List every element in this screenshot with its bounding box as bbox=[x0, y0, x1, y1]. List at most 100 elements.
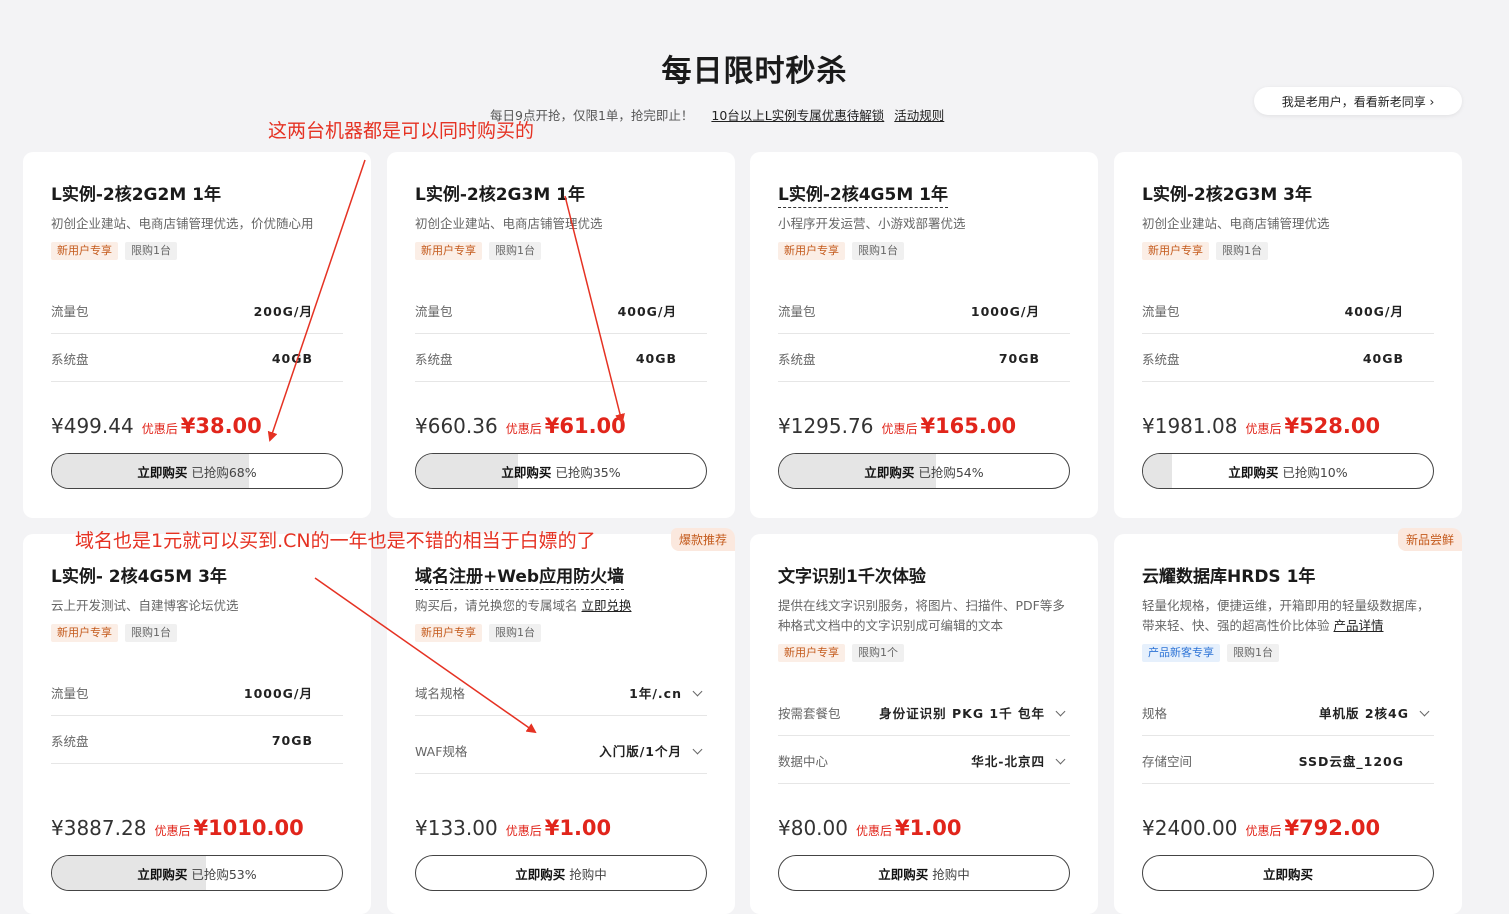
tag-limit: 限购1台 bbox=[489, 624, 541, 642]
annotation-top: 这两台机器都是可以同时购买的 bbox=[268, 120, 535, 142]
tag-new-customer: 产品新客专享 bbox=[1142, 644, 1220, 662]
spec-value: 200G/月 bbox=[253, 303, 313, 319]
card-desc: 轻量化规格，便捷运维，开箱即用的轻量级数据库，带来轻、快、强的超高性价比体验 产… bbox=[1142, 596, 1438, 636]
tag-list: 新用户专享 限购1台 bbox=[415, 242, 541, 260]
original-price: ¥499.44 bbox=[51, 414, 134, 438]
product-card: 新品尝鲜 云耀数据库HRDS 1年 轻量化规格，便捷运维，开箱即用的轻量级数据库… bbox=[1114, 528, 1462, 914]
tag-new-user: 新用户专享 bbox=[415, 242, 482, 260]
card-desc-text: 购买后，请兑换您的专属域名 bbox=[415, 598, 578, 613]
chevron-down-icon bbox=[692, 744, 703, 754]
buy-label: 立即购买 bbox=[137, 866, 188, 882]
buy-button[interactable]: 立即购买 抢购中 bbox=[415, 855, 707, 891]
after-discount-label: 优惠后 bbox=[855, 824, 892, 838]
price-row: ¥2400.00 优惠后 ¥792.00 bbox=[1142, 816, 1380, 840]
buy-button[interactable]: 立即购买 抢购中 bbox=[778, 855, 1070, 891]
redeem-link[interactable]: 立即兑换 bbox=[582, 598, 632, 613]
price-row: ¥3887.28 优惠后 ¥1010.00 bbox=[51, 816, 304, 840]
spec-value: 华北-北京四 bbox=[971, 751, 1070, 770]
spec-label: 系统盘 bbox=[51, 733, 89, 749]
spec-row: 流量包 200G/月 bbox=[51, 287, 343, 334]
card-title: 云耀数据库HRDS 1年 bbox=[1142, 567, 1316, 587]
sale-price: ¥528.00 bbox=[1284, 414, 1381, 438]
buy-label: 立即购买 bbox=[878, 866, 929, 882]
spec-label: 流量包 bbox=[51, 303, 89, 319]
product-card: L实例-2核4G5M 1年 小程序开发运营、小游戏部署优选 新用户专享 限购1台… bbox=[750, 152, 1098, 518]
after-discount-label: 优惠后 bbox=[141, 422, 178, 436]
page-subtitle: 每日9点开抢，仅限1单，抢完即止！ 10台以上L实例专属优惠待解锁 活动规则 bbox=[490, 105, 944, 124]
card-title[interactable]: 域名注册+Web应用防火墙 bbox=[415, 562, 625, 590]
spec-row: 流量包 1000G/月 bbox=[778, 287, 1070, 334]
buy-button[interactable]: 立即购买 bbox=[1142, 855, 1434, 891]
tag-limit: 限购1台 bbox=[1216, 242, 1268, 260]
unlock-link[interactable]: 10台以上L实例专属优惠待解锁 bbox=[711, 108, 884, 123]
tag-limit: 限购1个 bbox=[852, 644, 904, 662]
spec-row: 系统盘 40GB bbox=[51, 335, 343, 382]
after-discount-label: 优惠后 bbox=[1245, 824, 1282, 838]
tag-limit: 限购1台 bbox=[489, 242, 541, 260]
buy-button[interactable]: 立即购买 已抢购35% bbox=[415, 453, 707, 489]
tag-list: 新用户专享 限购1台 bbox=[51, 624, 177, 642]
annotation-middle: 域名也是1元就可以买到.CN的一年也是不错的相当于白嫖的了 bbox=[75, 530, 596, 552]
spec-value: 40GB bbox=[271, 350, 313, 366]
original-price: ¥1295.76 bbox=[778, 414, 874, 438]
tag-new-user: 新用户专享 bbox=[778, 644, 845, 662]
price-row: ¥660.36 优惠后 ¥61.00 bbox=[415, 414, 626, 438]
spec-label: 规格 bbox=[1142, 705, 1168, 721]
rules-link[interactable]: 活动规则 bbox=[894, 108, 944, 123]
original-price: ¥2400.00 bbox=[1142, 816, 1238, 840]
card-title: L实例-2核2G3M 1年 bbox=[415, 185, 585, 205]
after-discount-label: 优惠后 bbox=[154, 824, 191, 838]
spec-label: 流量包 bbox=[415, 303, 453, 319]
tag-list: 新用户专享 限购1台 bbox=[415, 624, 541, 642]
new-product-badge: 新品尝鲜 bbox=[1397, 528, 1462, 551]
sold-percent: 已抢购53% bbox=[191, 866, 257, 882]
tag-new-user: 新用户专享 bbox=[51, 624, 118, 642]
sale-price: ¥61.00 bbox=[544, 414, 626, 438]
spec-value: 70GB bbox=[998, 350, 1040, 366]
spec-label: 流量包 bbox=[778, 303, 816, 319]
waf-spec-select[interactable]: WAF规格 入门版/1个月 bbox=[415, 727, 707, 774]
sold-percent: 已抢购68% bbox=[191, 464, 257, 480]
tag-new-user: 新用户专享 bbox=[51, 242, 118, 260]
domain-spec-select[interactable]: 域名规格 1年/.cn bbox=[415, 669, 707, 716]
original-price: ¥660.36 bbox=[415, 414, 498, 438]
price-row: ¥80.00 优惠后 ¥1.00 bbox=[778, 816, 961, 840]
sale-price: ¥1.00 bbox=[895, 816, 962, 840]
spec-select[interactable]: 规格 单机版 2核4G bbox=[1142, 689, 1434, 736]
card-desc: 初创企业建站、电商店铺管理优选 bbox=[415, 216, 603, 231]
product-card: 爆款推荐 域名注册+Web应用防火墙 购买后，请兑换您的专属域名 立即兑换 新用… bbox=[387, 528, 735, 914]
chevron-down-icon bbox=[1419, 706, 1430, 716]
original-price: ¥80.00 bbox=[778, 816, 848, 840]
card-desc: 小程序开发运营、小游戏部署优选 bbox=[778, 216, 966, 231]
buy-button[interactable]: 立即购买 已抢购68% bbox=[51, 453, 343, 489]
spec-row: 系统盘 40GB bbox=[415, 335, 707, 382]
card-desc: 初创企业建站、电商店铺管理优选，价优随心用 bbox=[51, 216, 314, 231]
product-details-link[interactable]: 产品详情 bbox=[1334, 618, 1384, 633]
spec-value: 40GB bbox=[635, 350, 677, 366]
tag-limit: 限购1台 bbox=[125, 624, 177, 642]
spec-value: SSD云盘_120G bbox=[1298, 753, 1404, 769]
product-card: 文字识别1千次体验 提供在线文字识别服务，将图片、扫描件、PDF等多种格式文档中… bbox=[750, 534, 1098, 914]
package-select[interactable]: 按需套餐包 身份证识别 PKG 1千 包年 bbox=[778, 689, 1070, 736]
card-title[interactable]: L实例-2核4G5M 1年 bbox=[778, 180, 948, 208]
hot-badge: 爆款推荐 bbox=[670, 528, 735, 551]
buy-button[interactable]: 立即购买 已抢购53% bbox=[51, 855, 343, 891]
spec-label: 系统盘 bbox=[778, 351, 816, 367]
tag-new-user: 新用户专享 bbox=[415, 624, 482, 642]
original-price: ¥133.00 bbox=[415, 816, 498, 840]
spec-label: 系统盘 bbox=[51, 351, 89, 367]
sale-price: ¥1.00 bbox=[544, 816, 612, 840]
buy-label: 立即购买 bbox=[1228, 464, 1279, 480]
old-user-button[interactable]: 我是老用户，看看新老同享 › bbox=[1254, 87, 1462, 115]
progress-fill bbox=[1143, 454, 1172, 488]
buy-button[interactable]: 立即购买 已抢购54% bbox=[778, 453, 1070, 489]
sale-price: ¥38.00 bbox=[180, 414, 262, 438]
card-title: L实例- 2核4G5M 3年 bbox=[51, 567, 227, 587]
product-card: L实例- 2核4G5M 3年 云上开发测试、自建博客论坛优选 新用户专享 限购1… bbox=[23, 534, 371, 914]
chevron-down-icon bbox=[1055, 754, 1066, 764]
spec-value: 1年/.cn bbox=[629, 683, 707, 702]
region-select[interactable]: 数据中心 华北-北京四 bbox=[778, 737, 1070, 784]
spec-value: 400G/月 bbox=[1344, 303, 1404, 319]
buy-button[interactable]: 立即购买 已抢购10% bbox=[1142, 453, 1434, 489]
tag-list: 新用户专享 限购1台 bbox=[51, 242, 177, 260]
